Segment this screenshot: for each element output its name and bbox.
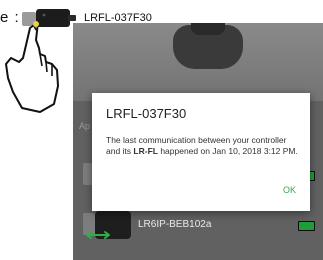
battery-icon xyxy=(298,221,315,231)
dialog-message-bold: LR-FL xyxy=(133,145,158,156)
dialog-title: LRFL-037F30 xyxy=(106,106,187,121)
device-row[interactable]: LR6IP-BEB102a xyxy=(73,208,323,244)
section-label: Ap xyxy=(79,121,91,131)
dialog-message-text-2: happened on Jan 10, 2018 3:12 PM. xyxy=(157,145,298,156)
device-name: LR6IP-BEB102a xyxy=(138,219,212,230)
dialog-message: The last communication between your cont… xyxy=(106,135,302,156)
communication-dialog: LRFL-037F30 The last communication betwe… xyxy=(92,93,310,211)
ok-button[interactable]: OK xyxy=(283,185,296,195)
controller-shape-top xyxy=(191,23,225,35)
pointing-hand-icon xyxy=(0,20,70,116)
controller-photo xyxy=(73,23,323,101)
sync-arrows-icon xyxy=(86,231,110,239)
